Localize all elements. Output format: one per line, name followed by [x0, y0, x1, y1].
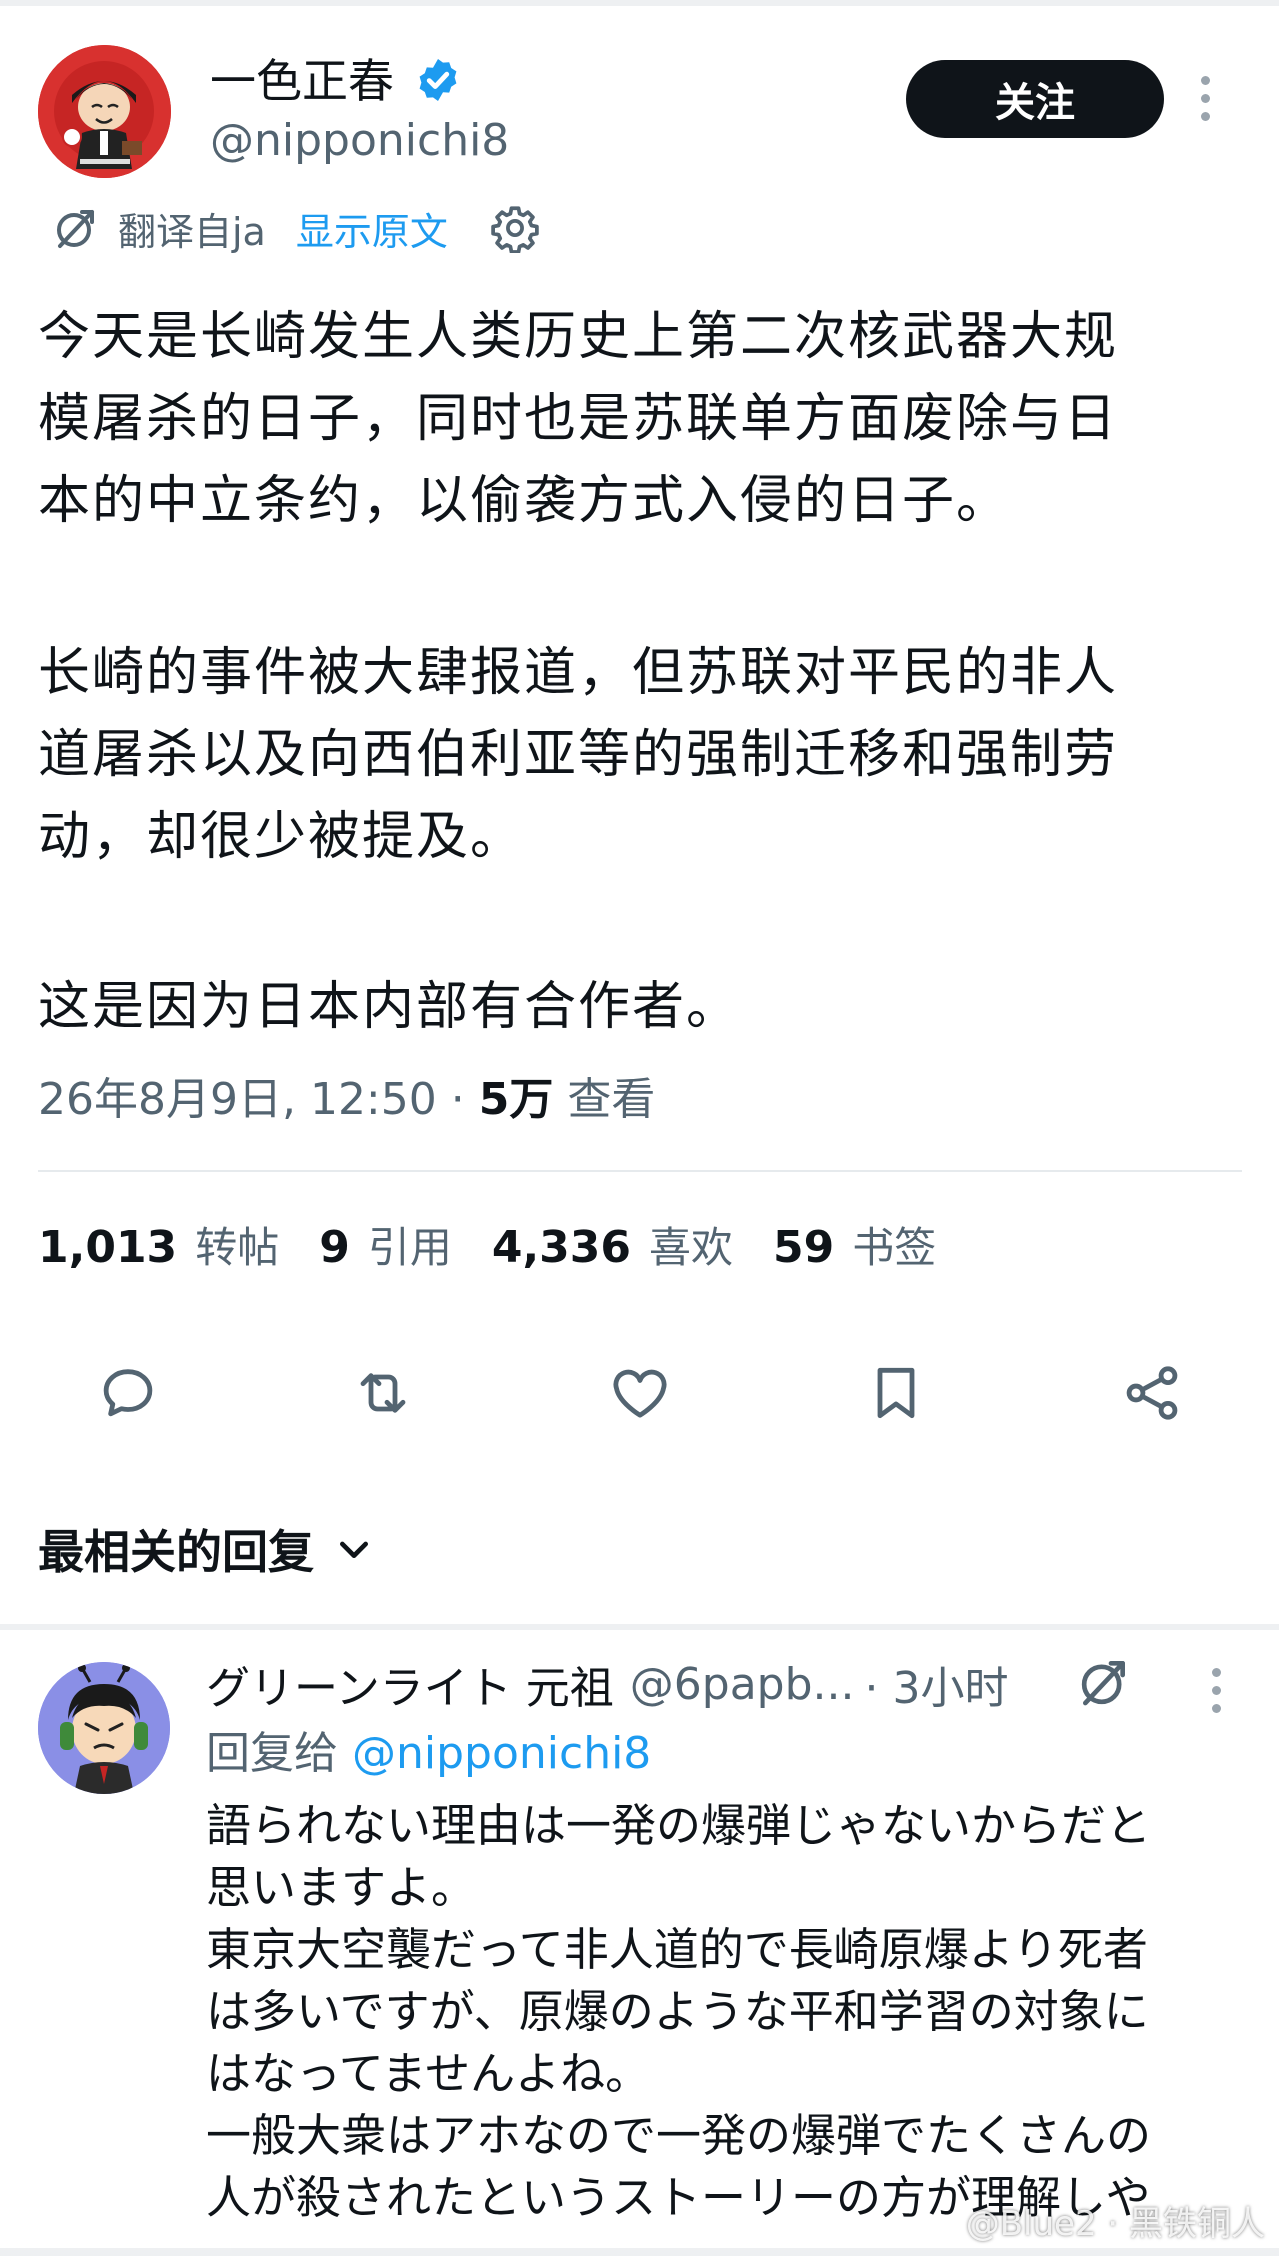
tweet-line: 模屠杀的日子，同时也是苏联单方面废除与日: [38, 389, 1119, 449]
top-separator: [0, 0, 1279, 6]
reply-author-name[interactable]: グリーンライト 元祖: [206, 1652, 614, 1716]
like-icon: [613, 1369, 667, 1418]
bookmark-icon: [877, 1367, 915, 1419]
reply-line: 語られない理由は一発の爆弾じゃないからだと: [206, 1799, 1152, 1852]
stat-reposts[interactable]: 1,013 转帖: [38, 1214, 279, 1275]
tweet-actions: [0, 1358, 1279, 1428]
reply-icon: [103, 1369, 153, 1417]
section-separator: [0, 1624, 1279, 1630]
translation-bar: 翻译自ja 显示原文: [52, 200, 540, 256]
reply-avatar-image: [38, 1662, 170, 1794]
views-count: 5万: [478, 1074, 554, 1125]
reply-line: 東京大空襲だって非人道的で長崎原爆より死者: [206, 1923, 1148, 1976]
tweet-timestamp[interactable]: 26年8月9日, 12:50 ·: [38, 1074, 479, 1125]
reply-to-line: 回复给 @nipponichi8: [206, 1724, 651, 1784]
stat-label: 喜欢: [649, 1222, 734, 1272]
more-icon[interactable]: [1198, 76, 1212, 121]
stat-label: 转帖: [195, 1222, 280, 1272]
reply-line: 思いますよ。: [206, 1861, 477, 1914]
translate-icon: [57, 210, 94, 248]
reply-line: 一般大衆はアホなので一発の爆弾でたくさんの: [206, 2109, 1152, 2162]
tweet-line: 这是因为日本内部有合作者。: [38, 977, 741, 1037]
bookmark-button[interactable]: [861, 1358, 931, 1428]
reply-button[interactable]: [93, 1358, 163, 1428]
settings-icon[interactable]: [490, 203, 540, 253]
reply-header: グリーンライト 元祖 @6papb... · 3小时: [206, 1652, 1009, 1716]
tweet-paragraph-2: 长崎的事件被大肆报道，但苏联对平民的非人 道屠杀以及向西伯利亚等的强制迁移和强制…: [38, 632, 1248, 878]
stat-quotes[interactable]: 9 引用: [319, 1214, 452, 1275]
more-icon[interactable]: [1209, 1668, 1223, 1713]
stat-likes[interactable]: 4,336 喜欢: [492, 1214, 733, 1275]
translated-from-label: 翻译自ja: [118, 209, 266, 254]
reply-author-handle[interactable]: @6papb...: [630, 1659, 855, 1710]
stat-number: 59: [773, 1221, 835, 1273]
replies-sort-dropdown[interactable]: 最相关的回复: [38, 1516, 374, 1582]
tweet-line: 长崎的事件被大肆报道，但苏联对平民的非人: [38, 643, 1119, 703]
reply-line: は多いですが、原爆のような平和学習の対象に: [206, 1985, 1149, 2038]
tweet-meta: 26年8月9日, 12:50 · 5万 查看: [38, 1070, 655, 1130]
repost-button[interactable]: [348, 1358, 418, 1428]
tweet-line: 今天是长崎发生人类历史上第二次核武器大规: [38, 307, 1119, 367]
tweet-line: 动，却很少被提及。: [38, 807, 525, 867]
retweet-icon: [360, 1373, 406, 1413]
tweet-paragraph-3: 这是因为日本内部有合作者。: [38, 966, 1248, 1048]
reply-line: はなってませんよね。: [206, 2047, 651, 2100]
stat-number: 4,336: [491, 1221, 632, 1273]
share-icon: [1126, 1366, 1178, 1420]
reply-to-prefix: 回复给: [206, 1728, 352, 1779]
stat-number: 9: [319, 1221, 350, 1273]
tweet-line: 道屠杀以及向西伯利亚等的强制迁移和强制劳: [38, 725, 1119, 785]
avatar-cartoon-image: [38, 45, 171, 178]
share-button[interactable]: [1117, 1358, 1187, 1428]
show-original-link[interactable]: 显示原文: [296, 201, 448, 256]
stat-number: 1,013: [38, 1221, 178, 1273]
views-label: 查看: [553, 1074, 656, 1125]
tweet-paragraph-1: 今天是长崎发生人类历史上第二次核武器大规 模屠杀的日子，同时也是苏联单方面废除与…: [38, 296, 1248, 542]
bottom-separator: [0, 2248, 1279, 2256]
stat-label: 书签: [852, 1222, 937, 1272]
engagement-stats: 1,013 转帖 9 引用 4,336 喜欢 59 书签: [38, 1214, 976, 1274]
author-handle[interactable]: @nipponichi8: [210, 114, 509, 168]
author-avatar[interactable]: [38, 45, 171, 178]
like-button[interactable]: [605, 1358, 675, 1428]
stat-bookmarks[interactable]: 59 书签: [773, 1214, 936, 1275]
author-name[interactable]: 一色正春: [210, 52, 394, 110]
reply-to-handle-link[interactable]: @nipponichi8: [352, 1728, 651, 1779]
follow-button[interactable]: 关注: [906, 60, 1164, 138]
chevron-down-icon: [340, 1541, 368, 1558]
divider: [38, 1170, 1242, 1172]
translate-icon[interactable]: [1076, 1654, 1132, 1710]
verified-badge-icon: [419, 59, 457, 101]
replies-sort-label: 最相关的回复: [38, 1525, 314, 1579]
tweet-line: 本的中立条约，以偷袭方式入侵的日子。: [38, 471, 1011, 531]
watermark: @Blue2 · 黑铁铜人: [965, 2204, 1265, 2244]
reply-avatar[interactable]: [38, 1662, 170, 1794]
reply-time[interactable]: · 3小时: [865, 1652, 1009, 1716]
reply-text: 語られない理由は一発の爆弾じゃないからだと 思いますよ。 東京大空襲だって非人道…: [206, 1795, 1256, 2229]
stat-label: 引用: [367, 1222, 452, 1272]
